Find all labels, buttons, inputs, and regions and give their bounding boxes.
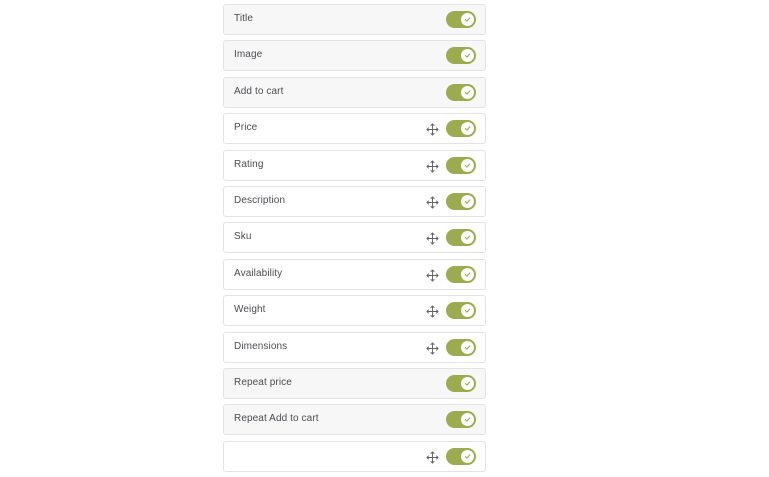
setting-row-sku: Sku — [223, 222, 486, 254]
toggle-switch[interactable] — [446, 338, 476, 356]
check-icon — [464, 454, 471, 459]
check-icon — [464, 308, 471, 313]
move-arrows-icon[interactable] — [426, 232, 439, 245]
move-arrows-icon[interactable] — [426, 341, 439, 355]
move-arrows-icon[interactable] — [426, 269, 439, 282]
check-icon — [464, 90, 471, 95]
toggle-switch[interactable] — [446, 83, 476, 101]
setting-row-dimensions: Dimensions — [223, 331, 486, 363]
setting-row-partial — [223, 440, 486, 472]
toggle-knob — [461, 85, 474, 99]
toggle-knob — [461, 267, 474, 281]
toggle-switch[interactable] — [446, 302, 476, 320]
toggle-knob — [461, 340, 474, 354]
check-icon — [464, 17, 471, 22]
setting-label: Image — [234, 49, 263, 61]
toggle-switch[interactable] — [446, 47, 476, 65]
setting-row-availability: Availability — [223, 258, 486, 290]
toggle-knob — [461, 413, 474, 427]
toggle-knob — [461, 376, 474, 390]
toggle-switch[interactable] — [446, 192, 476, 210]
toggle-switch[interactable] — [446, 120, 476, 138]
check-icon — [464, 272, 471, 277]
check-icon — [464, 381, 471, 386]
toggle-switch[interactable] — [446, 447, 476, 465]
setting-row-rating: Rating — [223, 149, 486, 181]
toggle-knob — [461, 122, 474, 136]
move-arrows-icon[interactable] — [426, 160, 439, 173]
setting-row-image: Image — [223, 40, 486, 72]
move-arrows-icon[interactable] — [426, 305, 439, 318]
setting-label: Sku — [234, 231, 252, 243]
check-icon — [464, 199, 471, 204]
setting-label: Availability — [234, 267, 283, 279]
setting-row-price: Price — [223, 113, 486, 145]
toggle-switch[interactable] — [446, 229, 476, 247]
toggle-knob — [461, 231, 474, 245]
toggle-knob — [461, 194, 474, 208]
setting-row-add-to-cart: Add to cart — [223, 76, 486, 108]
setting-label: Price — [234, 122, 258, 134]
setting-row-description: Description — [223, 185, 486, 217]
check-icon — [464, 235, 471, 241]
check-icon — [464, 417, 471, 422]
setting-label: Repeat Add to cart — [234, 413, 319, 425]
setting-label: Add to cart — [234, 85, 284, 97]
check-icon — [464, 344, 471, 350]
toggle-switch[interactable] — [446, 411, 476, 429]
toggle-switch[interactable] — [446, 374, 476, 392]
check-icon — [464, 53, 471, 59]
move-arrows-icon[interactable] — [426, 196, 439, 209]
toggle-switch[interactable] — [446, 265, 476, 283]
toggle-knob — [461, 304, 474, 318]
setting-label: Description — [234, 194, 286, 206]
check-icon — [464, 162, 471, 168]
toggle-switch[interactable] — [446, 156, 476, 174]
setting-label: Rating — [234, 158, 264, 170]
setting-row-weight: Weight — [223, 295, 486, 327]
toggle-knob — [461, 13, 474, 26]
move-arrows-icon[interactable] — [426, 451, 439, 464]
setting-label: Dimensions — [234, 340, 288, 352]
toggle-knob — [461, 49, 474, 63]
toggle-switch[interactable] — [446, 11, 476, 28]
setting-row-repeat-price: Repeat price — [223, 367, 486, 399]
setting-row-repeat-add-to-cart: Repeat Add to cart — [223, 404, 486, 436]
settings-list: Title Image Add to cart Price Rating Des… — [223, 4, 486, 477]
move-arrows-icon[interactable] — [426, 123, 439, 136]
setting-label: Title — [234, 13, 254, 24]
setting-row-title: Title — [223, 4, 486, 35]
setting-label: Repeat price — [234, 376, 292, 388]
setting-label: Weight — [234, 304, 266, 316]
toggle-knob — [461, 158, 474, 172]
check-icon — [464, 126, 471, 131]
